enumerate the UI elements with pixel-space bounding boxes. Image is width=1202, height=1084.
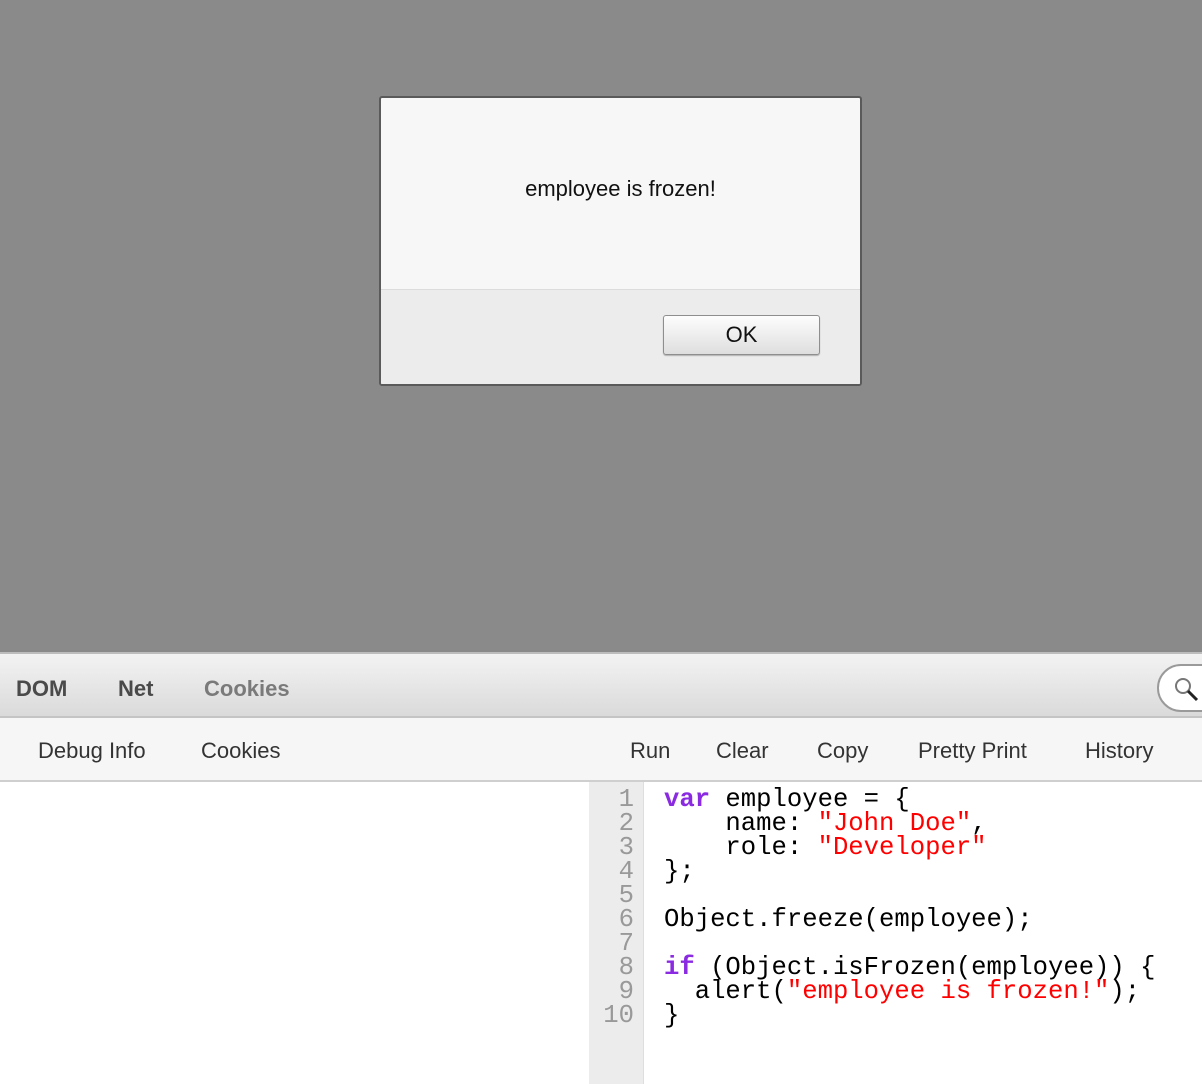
history-button[interactable]: History [1085,738,1153,764]
code-text: alert( [664,977,787,1006]
code-text: }; [664,857,695,886]
dialog-footer: OK [381,289,860,384]
code-text: Object.freeze(employee); [664,905,1033,934]
console-toolbar: Debug Info Cookies Run Clear Copy Pretty… [0,718,1202,782]
alert-message: employee is frozen! [525,176,716,201]
search-input[interactable] [1157,664,1202,712]
alert-dialog: employee is frozen! OK [379,96,862,386]
code-line: 10} [589,1001,1155,1030]
page-backdrop: employee is frozen! OK [0,0,1202,652]
clear-button[interactable]: Clear [716,738,769,764]
copy-button[interactable]: Copy [817,738,868,764]
ok-button[interactable]: OK [663,315,820,355]
code-editor[interactable]: 1 var employee = {2 name: "John Doe", 3 ro… [589,787,1155,1030]
cookies-button[interactable]: Cookies [201,738,280,764]
run-button[interactable]: Run [630,738,670,764]
pretty-print-button[interactable]: Pretty Print [918,738,1027,764]
line-number: 10 [603,1001,634,1030]
code-text: ); [1109,977,1141,1006]
code-string: "Developer" [817,833,987,862]
code-line: 4}; [589,857,1155,886]
tab-cookies[interactable]: Cookies [204,676,290,702]
code-string: "employee is frozen!" [786,977,1110,1006]
code-line: 6 Object.freeze(employee); [589,905,1155,934]
tab-dom[interactable]: DOM [16,676,67,702]
code-text: } [664,1001,680,1030]
debug-info-button[interactable]: Debug Info [38,738,146,764]
search-icon [1175,678,1199,702]
tab-net[interactable]: Net [118,676,153,702]
devtools-tabbar: DOM Net Cookies [0,652,1202,718]
